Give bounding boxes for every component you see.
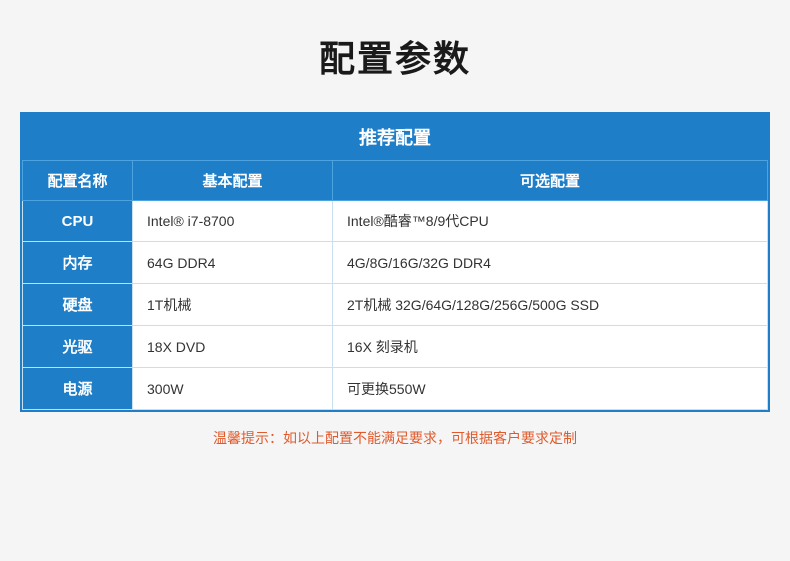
- col-header-optional: 可选配置: [333, 161, 768, 201]
- col-header-basic: 基本配置: [133, 161, 333, 201]
- row-optional-cell: 2T机械 32G/64G/128G/256G/500G SSD: [333, 284, 768, 326]
- row-basic-cell: 1T机械: [133, 284, 333, 326]
- table-row: 硬盘1T机械2T机械 32G/64G/128G/256G/500G SSD: [23, 284, 768, 326]
- row-optional-cell: Intel®酷睿™8/9代CPU: [333, 201, 768, 242]
- table-row: 电源300W可更换550W: [23, 368, 768, 410]
- config-table-wrapper: 推荐配置 配置名称 基本配置 可选配置 CPUIntel® i7-8700Int…: [20, 112, 770, 412]
- row-name-cell: 光驱: [23, 326, 133, 368]
- row-name-cell: CPU: [23, 201, 133, 242]
- table-row: CPUIntel® i7-8700Intel®酷睿™8/9代CPU: [23, 201, 768, 242]
- col-header-name: 配置名称: [23, 161, 133, 201]
- table-row: 内存64G DDR44G/8G/16G/32G DDR4: [23, 242, 768, 284]
- table-row: 光驱18X DVD16X 刻录机: [23, 326, 768, 368]
- table-header-row: 配置名称 基本配置 可选配置: [23, 161, 768, 201]
- table-section-title: 推荐配置: [22, 114, 768, 160]
- row-name-cell: 内存: [23, 242, 133, 284]
- warm-tip: 温馨提示：如以上配置不能满足要求，可根据客户要求定制: [213, 428, 577, 448]
- config-table: 配置名称 基本配置 可选配置 CPUIntel® i7-8700Intel®酷睿…: [22, 160, 768, 410]
- row-optional-cell: 16X 刻录机: [333, 326, 768, 368]
- row-basic-cell: 18X DVD: [133, 326, 333, 368]
- row-optional-cell: 4G/8G/16G/32G DDR4: [333, 242, 768, 284]
- row-name-cell: 硬盘: [23, 284, 133, 326]
- row-basic-cell: 64G DDR4: [133, 242, 333, 284]
- row-name-cell: 电源: [23, 368, 133, 410]
- page-title: 配置参数: [319, 30, 471, 82]
- row-basic-cell: Intel® i7-8700: [133, 201, 333, 242]
- row-optional-cell: 可更换550W: [333, 368, 768, 410]
- row-basic-cell: 300W: [133, 368, 333, 410]
